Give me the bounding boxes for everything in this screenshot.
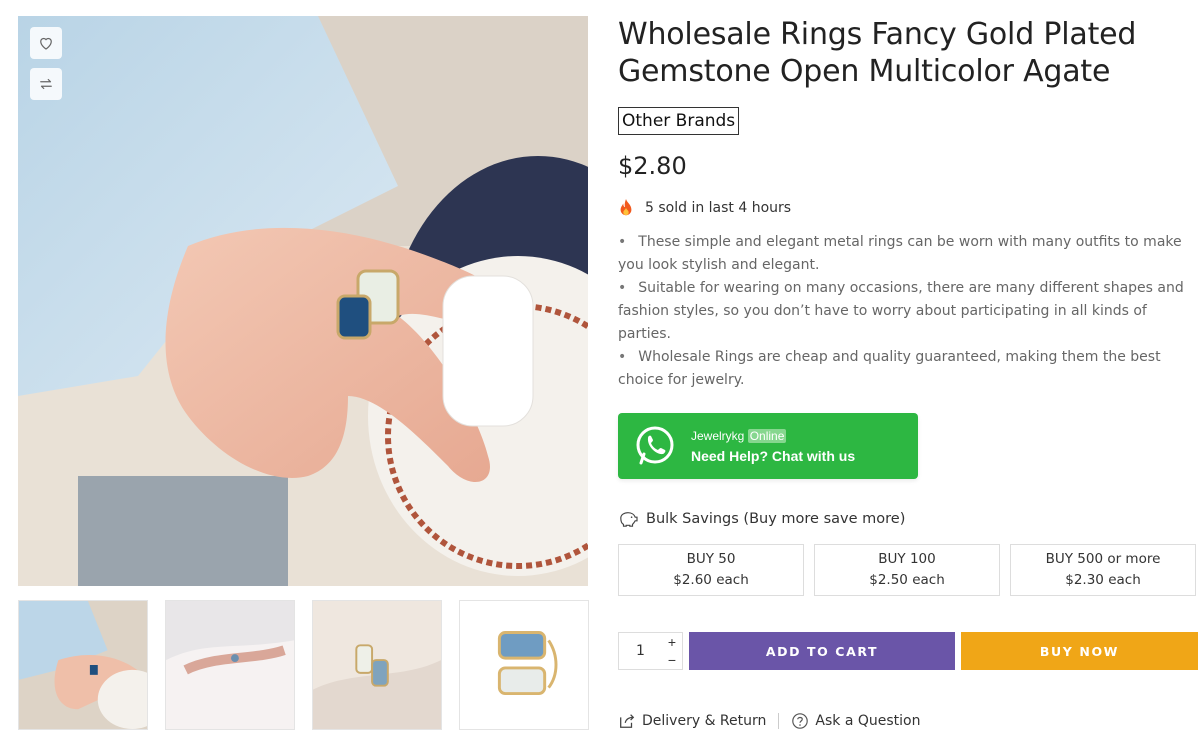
tier-price: $2.30 each (1065, 572, 1141, 588)
thumbnail-1[interactable] (18, 600, 148, 730)
thumbnail-3[interactable] (312, 600, 442, 730)
whatsapp-chat-button[interactable]: Jewelrykg Online Need Help? Chat with us (618, 413, 918, 479)
bulk-heading: Bulk Savings (Buy more save more) (646, 511, 906, 527)
tier-price: $2.60 each (673, 572, 749, 588)
chat-cta: Need Help? Chat with us (691, 447, 856, 464)
product-description: These simple and elegant metal rings can… (618, 231, 1200, 392)
description-item: Wholesale Rings are cheap and quality gu… (618, 346, 1200, 392)
description-item: Suitable for wearing on many occasions, … (618, 277, 1200, 346)
main-product-image[interactable] (18, 16, 588, 586)
cart-row: 1 + − ADD TO CART BUY NOW (618, 632, 1198, 670)
quantity-stepper: 1 + − (618, 632, 683, 670)
delivery-return-link[interactable]: Delivery & Return (618, 712, 766, 730)
divider (778, 713, 780, 729)
extra-links: Delivery & Return Ask a Question (618, 712, 920, 730)
heart-icon (40, 37, 52, 50)
wishlist-button[interactable] (30, 27, 62, 59)
description-item: These simple and elegant metal rings can… (618, 231, 1200, 277)
tier-qty: BUY 500 or more (1045, 551, 1161, 567)
bulk-tier-100[interactable]: BUY 100 $2.50 each (814, 544, 1000, 596)
quantity-minus-button[interactable]: − (662, 651, 682, 669)
quantity-plus-button[interactable]: + (662, 633, 682, 651)
product-info: Wholesale Rings Fancy Gold Plated Gemsto… (618, 16, 1200, 596)
sold-indicator: 5 sold in last 4 hours (618, 199, 1200, 217)
bulk-tier-500[interactable]: BUY 500 or more $2.30 each (1010, 544, 1196, 596)
bulk-tiers: BUY 50 $2.60 each BUY 100 $2.50 each BUY… (618, 544, 1200, 596)
tier-price: $2.50 each (869, 572, 945, 588)
share-icon (620, 714, 635, 728)
add-to-cart-button[interactable]: ADD TO CART (689, 632, 955, 670)
thumbnail-strip (18, 600, 590, 732)
delivery-return-label: Delivery & Return (642, 713, 767, 729)
online-badge: Online (747, 428, 787, 443)
whatsapp-icon (636, 426, 674, 465)
question-icon (792, 713, 809, 729)
quantity-input[interactable]: 1 (619, 633, 662, 669)
compare-icon (40, 78, 52, 90)
product-price: $2.80 (618, 152, 687, 180)
ask-question-label: Ask a Question (815, 713, 921, 729)
ask-question-link[interactable]: Ask a Question (791, 712, 920, 730)
product-title: Wholesale Rings Fancy Gold Plated Gemsto… (618, 17, 1137, 89)
sold-text: 5 sold in last 4 hours (645, 200, 792, 216)
thumbnail-4[interactable] (459, 600, 589, 730)
brand-link[interactable]: Other Brands (618, 107, 740, 135)
tier-qty: BUY 50 (686, 551, 736, 567)
thumbnail-2[interactable] (165, 600, 295, 730)
fire-icon (620, 199, 632, 216)
bulk-tier-50[interactable]: BUY 50 $2.60 each (618, 544, 804, 596)
bulk-savings-header: Bulk Savings (Buy more save more) (618, 510, 1200, 528)
whatsapp-text: Jewelrykg Online Need Help? Chat with us (691, 428, 856, 464)
compare-button[interactable] (30, 68, 62, 100)
agent-name: Jewelrykg (691, 428, 745, 443)
piggy-bank-icon (620, 512, 638, 527)
tier-qty: BUY 100 (878, 551, 936, 567)
buy-now-button[interactable]: BUY NOW (961, 632, 1198, 670)
